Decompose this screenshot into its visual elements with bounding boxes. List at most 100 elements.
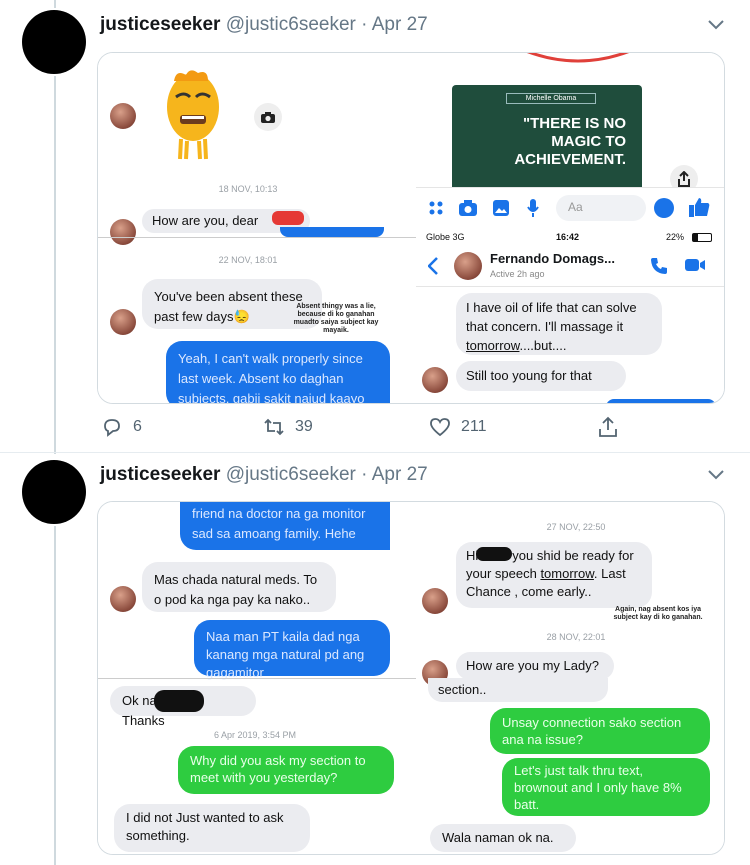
user-handle[interactable]: @justic6seeker (226, 464, 356, 485)
message-text: Yeah, I can't walk properly since last w… (178, 351, 365, 404)
message-text: Unsay connection sako section ana na iss… (502, 715, 682, 747)
message-text: Why did you ask my section to meet with … (190, 753, 366, 785)
back-arrow-icon[interactable] (428, 257, 438, 275)
heart-icon (430, 418, 450, 437)
redaction (272, 211, 304, 225)
phone-icon[interactable] (650, 257, 668, 275)
screenshot-right: Michelle Obama "THERE IS NO MAGIC TO ACH… (416, 53, 724, 403)
avatar (422, 367, 448, 393)
message-text: Naa man PT kaila dad nga kanang mga natu… (206, 629, 365, 680)
tweet-divider (0, 452, 750, 453)
message-text: How are you, dear (152, 213, 259, 228)
timestamp: 18 NOV, 10:13 (218, 184, 278, 194)
message-text: How are you my Lady? (466, 658, 599, 673)
message-text: Let's just talk thru text, brownout and … (514, 763, 682, 812)
tweet-header: justiceseeker @justic6seeker · Apr 27 (100, 464, 428, 486)
contact-status: Active 2h ago (490, 269, 545, 279)
reply-count: 6 (133, 418, 142, 435)
compose-bar: Aa (416, 187, 724, 227)
emoji: 😓 (233, 309, 250, 324)
message-text: tomorrow (540, 566, 594, 581)
tweet-media[interactable]: 18 NOV, 10:13 How are you, dear 22 NOV, … (97, 52, 725, 404)
screenshot-left: 18 NOV, 10:13 How are you, dear 22 NOV, … (98, 53, 416, 404)
contact-name[interactable]: Fernando Domags... (490, 251, 615, 266)
separator: · (361, 14, 368, 35)
retweet-icon (264, 418, 284, 436)
reply-icon (104, 419, 120, 437)
like-count: 211 (461, 418, 487, 435)
display-name[interactable]: justiceseeker (100, 464, 220, 485)
avatar (110, 309, 136, 335)
avatar (422, 588, 448, 614)
avatar (110, 586, 136, 612)
avatar[interactable] (22, 10, 86, 74)
chevron-down-icon[interactable] (708, 14, 724, 35)
message-bubble: Unsay connection sako section ana na iss… (490, 708, 710, 754)
separator: · (361, 464, 368, 485)
tweet-date[interactable]: Apr 27 (372, 464, 428, 485)
message-bubble: I have oil of life that can solve that c… (456, 293, 662, 355)
quote-text: "THERE IS NO MAGIC TO ACHIEVEMENT. (514, 115, 626, 168)
camera-icon[interactable] (458, 199, 478, 217)
message-bubble: friend na doctor na ga monitor sad sa am… (180, 502, 390, 550)
image-icon[interactable] (492, 199, 510, 217)
annotation-note: Again, nag absent kos iya subject kay di… (613, 606, 703, 621)
video-icon[interactable] (684, 258, 706, 272)
avatar[interactable] (454, 252, 482, 280)
screenshot-right: 27 NOV, 22:50 Hi you shid be ready for yo… (416, 502, 724, 854)
display-name[interactable]: justiceseeker (100, 14, 220, 35)
message-text: Thanks (122, 713, 165, 728)
chevron-down-icon[interactable] (708, 464, 724, 485)
tweet-media[interactable]: friend na doctor na ga monitor sad sa am… (97, 501, 725, 855)
avatar[interactable] (22, 460, 86, 524)
divider (98, 678, 416, 679)
tweet[interactable]: justiceseeker @justic6seeker · Apr 27 fr… (0, 455, 750, 865)
avatar (110, 219, 136, 245)
message-bubble: Yeah, I can't walk properly since last w… (166, 341, 390, 404)
red-circle-mark (527, 53, 629, 63)
screenshot-left: friend na doctor na ga monitor sad sa am… (98, 502, 416, 854)
user-handle[interactable]: @justic6seeker (226, 14, 356, 35)
tweet[interactable]: justiceseeker @justic6seeker · Apr 27 18… (0, 0, 750, 450)
message-bubble: Naa man PT kaila dad nga kanang mga natu… (194, 620, 390, 680)
timestamp: 28 NOV, 22:01 (546, 632, 606, 642)
message-bubble: Why did you ask my section to meet with … (178, 746, 394, 794)
message-text: I have oil of life that can solve that c… (466, 300, 637, 334)
message-bubble (280, 227, 384, 237)
status-carrier: Globe 3G (426, 232, 465, 242)
quote-image: Michelle Obama "THERE IS NO MAGIC TO ACH… (452, 85, 642, 195)
emoji-icon[interactable] (654, 198, 674, 218)
compose-placeholder: Aa (568, 200, 583, 214)
chat-header: Fernando Domags... Active 2h ago (416, 245, 724, 287)
message-text: section.. (438, 682, 487, 697)
battery-icon (692, 233, 712, 242)
thumbs-up-icon[interactable] (688, 196, 710, 218)
message-text: Mas chada natural meds. To o pod ka nga … (154, 572, 318, 607)
message-text: Ok na (122, 693, 157, 708)
share-icon (599, 416, 617, 437)
quote-author: Michelle Obama (506, 93, 596, 104)
avatar (110, 103, 136, 129)
share-button[interactable] (597, 416, 619, 438)
message-bubble: Wala naman ok na. (430, 824, 576, 852)
microphone-icon[interactable] (526, 198, 540, 218)
message-bubble: section.. (428, 678, 608, 702)
status-time: 16:42 (556, 232, 580, 242)
tweet-date[interactable]: Apr 27 (372, 14, 428, 35)
tweet-actions: 6 39 211 (97, 416, 725, 446)
message-text: friend na doctor na ga monitor sad sa am… (192, 506, 366, 541)
camera-icon[interactable] (254, 103, 282, 131)
message-bubble: Let's just talk thru text, brownout and … (502, 758, 710, 816)
timeline: justiceseeker @justic6seeker · Apr 27 18… (0, 0, 750, 865)
like-button[interactable]: 211 (429, 416, 487, 438)
grid-menu-icon[interactable] (428, 200, 444, 216)
compose-input[interactable]: Aa (556, 195, 646, 221)
message-text: ....but.... (519, 338, 567, 353)
reply-button[interactable]: 6 (101, 416, 142, 438)
sticker-image (167, 70, 219, 160)
retweet-count: 39 (295, 418, 313, 435)
retweet-button[interactable]: 39 (263, 416, 313, 438)
timestamp: 22 NOV, 18:01 (218, 255, 278, 265)
status-bar: Globe 3G 16:42 22% (416, 229, 724, 245)
redaction (154, 690, 204, 712)
